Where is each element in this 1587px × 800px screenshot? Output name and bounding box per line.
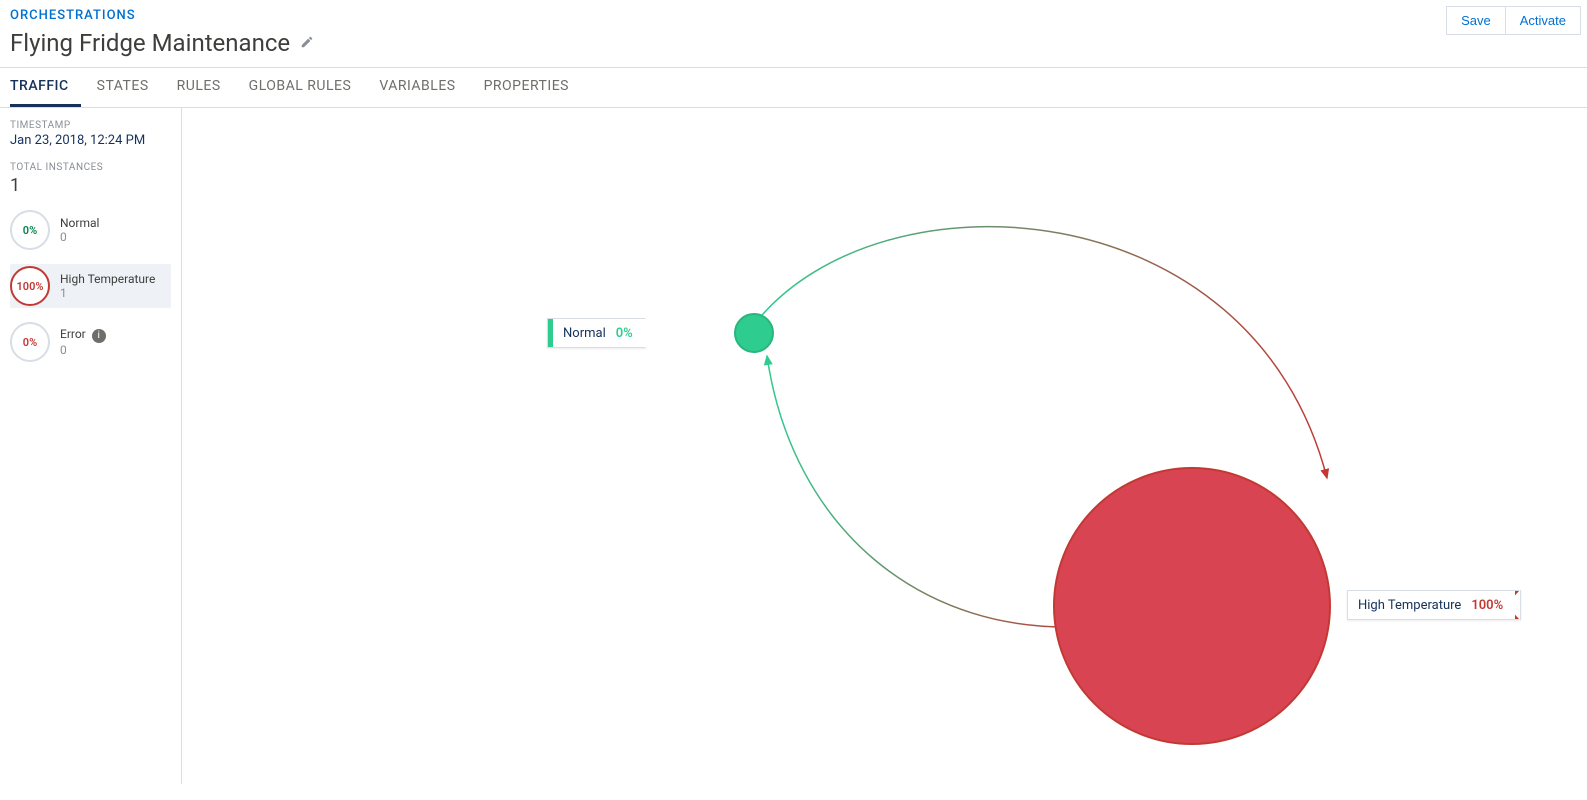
node-label-high-temperature[interactable]: 100% High Temperature [1347,590,1521,620]
node-normal[interactable] [735,314,773,352]
error-count: 0 [60,343,106,357]
high-name: High Temperature [60,272,155,286]
tab-global-rules[interactable]: GLOBAL RULES [249,68,364,107]
breadcrumb-orchestrations[interactable]: ORCHESTRATIONS [10,8,314,23]
sidebar: TIMESTAMP Jan 23, 2018, 12:24 PM TOTAL I… [0,108,182,784]
activate-button[interactable]: Activate [1506,6,1581,35]
total-instances-value: 1 [10,175,171,196]
node-label-normal[interactable]: Normal 0% [547,318,646,348]
sidebar-state-high-temperature[interactable]: 100% High Temperature 1 [10,264,171,308]
edge-high-to-normal [767,356,1090,627]
high-count: 1 [60,286,155,300]
tab-rules[interactable]: RULES [177,68,233,107]
sidebar-state-normal[interactable]: 0% Normal 0 [10,210,171,250]
page-title: Flying Fridge Maintenance [10,29,290,57]
high-pct-badge: 100% [10,266,50,306]
save-button[interactable]: Save [1446,6,1506,35]
tab-states[interactable]: STATES [97,68,161,107]
normal-node-pct: 0% [616,326,645,341]
normal-count: 0 [60,230,99,244]
error-pct-badge: 0% [10,322,50,362]
tab-traffic[interactable]: TRAFFIC [10,68,81,107]
tab-properties[interactable]: PROPERTIES [484,68,581,107]
edit-icon[interactable] [300,34,314,53]
traffic-canvas[interactable]: Normal 0% 100% High Temperature [182,108,1587,784]
node-high-temperature[interactable] [1054,468,1330,744]
sidebar-state-error[interactable]: 0% Error i 0 [10,322,171,362]
error-name: Error i [60,327,106,343]
normal-name: Normal [60,216,99,230]
timestamp-label: TIMESTAMP [10,120,171,131]
tab-bar: TRAFFIC STATES RULES GLOBAL RULES VARIAB… [0,68,1587,108]
edge-normal-to-high [757,227,1327,478]
normal-node-label: Normal [553,326,616,341]
tab-variables[interactable]: VARIABLES [379,68,467,107]
state-diagram-svg [182,108,1582,788]
normal-pct-badge: 0% [10,210,50,250]
info-icon[interactable]: i [92,329,106,343]
total-instances-label: TOTAL INSTANCES [10,162,171,173]
high-node-label: High Temperature [1348,598,1471,613]
timestamp-value: Jan 23, 2018, 12:24 PM [10,133,171,148]
